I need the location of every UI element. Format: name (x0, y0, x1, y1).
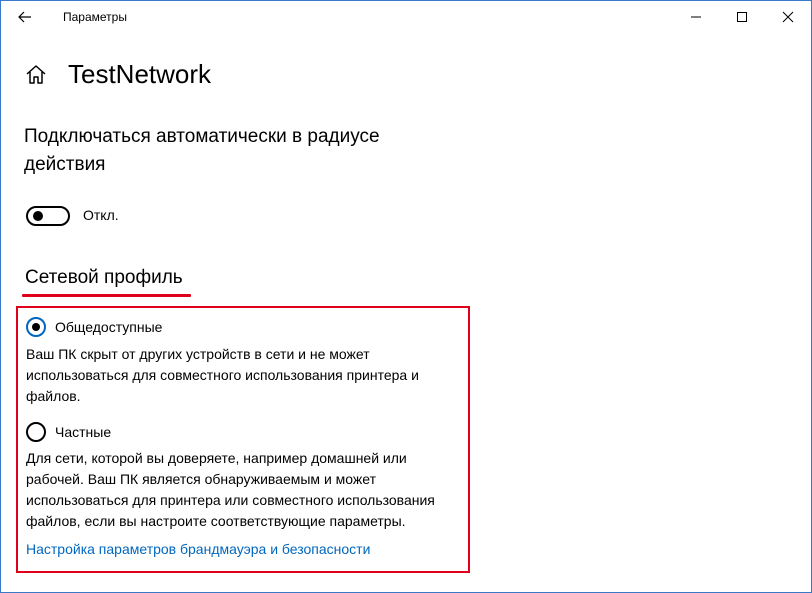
radio-public-label[interactable]: Общедоступные (55, 319, 162, 335)
maximize-button[interactable] (719, 1, 765, 33)
public-description: Ваш ПК скрыт от других устройств в сети … (26, 346, 419, 404)
home-icon[interactable] (23, 62, 49, 88)
heading-underline-annotation (22, 294, 191, 297)
private-description: Для сети, которой вы доверяете, например… (26, 450, 435, 529)
close-icon (782, 11, 794, 23)
firewall-settings-link[interactable]: Настройка параметров брандмауэра и безоп… (26, 541, 370, 557)
minimize-button[interactable] (673, 1, 719, 33)
close-button[interactable] (765, 1, 811, 33)
radio-public[interactable] (26, 317, 46, 337)
radio-private[interactable] (26, 422, 46, 442)
toggle-knob (33, 211, 43, 221)
settings-window: Параметры TestNetwork Подключаться автом… (0, 0, 812, 593)
network-profile-heading: Сетевой профиль (25, 267, 183, 288)
radio-private-label[interactable]: Частные (55, 424, 111, 440)
toggle-state-label: Откл. (83, 207, 119, 223)
radio-selected-dot (32, 323, 40, 331)
window-title: Параметры (63, 10, 127, 24)
back-arrow-icon (18, 11, 31, 23)
minimize-icon (691, 16, 701, 18)
maximize-icon (737, 12, 747, 22)
page-title: TestNetwork (68, 59, 212, 89)
title-bar: Параметры (1, 1, 811, 33)
auto-connect-toggle[interactable] (26, 206, 70, 226)
auto-connect-heading: Подключаться автоматически в радиусе дей… (24, 126, 380, 175)
back-button[interactable] (11, 5, 39, 29)
